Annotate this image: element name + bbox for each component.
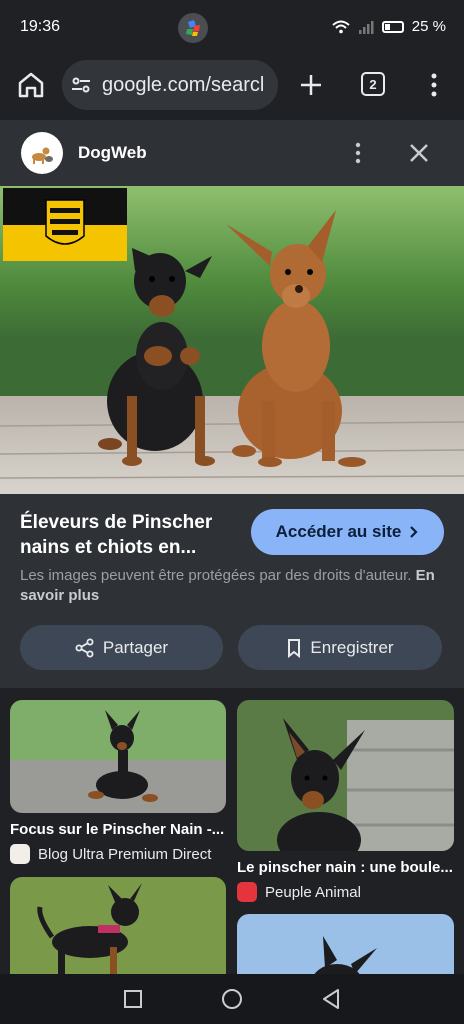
browser-toolbar: google.com/searcl 2 [0, 56, 464, 120]
site-settings-icon[interactable] [70, 74, 92, 96]
source-favicon [10, 844, 30, 864]
results-grid: Focus sur le Pinscher Nain -... Blog Ult… [0, 688, 464, 974]
signal-icon [358, 20, 374, 34]
assistant-icon [178, 13, 208, 43]
bookmark-icon [288, 638, 301, 658]
visit-site-button[interactable]: Accéder au site [251, 509, 444, 555]
visit-site-label: Accéder au site [275, 522, 402, 541]
wifi-icon [332, 20, 350, 33]
back-triangle-icon [323, 989, 339, 1009]
result-thumbnail[interactable] [237, 700, 454, 851]
result-thumbnail[interactable] [237, 914, 454, 974]
new-tab-button[interactable] [296, 70, 326, 100]
back-button[interactable] [318, 986, 344, 1012]
result-caption[interactable]: Focus sur le Pinscher Nain -... [10, 821, 226, 838]
status-bar: 19:36 25 % [0, 0, 464, 56]
chevron-right-icon [410, 526, 418, 538]
viewer-more-button[interactable] [350, 140, 366, 166]
viewer-header: DogWeb [0, 120, 464, 186]
result-source[interactable]: Peuple Animal [237, 882, 454, 902]
tab-switcher-button[interactable]: 2 [361, 72, 385, 96]
home-nav-button[interactable] [219, 986, 245, 1012]
image-title[interactable]: Éleveurs de Pinscher nains et chiots en.… [20, 510, 240, 560]
status-indicators: 25 % [332, 18, 446, 35]
url-text[interactable]: google.com/searcl [102, 74, 264, 97]
more-vert-icon [355, 142, 361, 164]
system-nav-bar [0, 974, 464, 1024]
result-thumbnail[interactable] [10, 877, 226, 974]
result-card[interactable]: Le pinscher nain : une boule... Peuple A… [237, 700, 454, 902]
image-viewer-panel: DogWeb Éleveurs de Pinscher nains et chi… [0, 120, 464, 688]
share-icon [75, 638, 94, 657]
status-time: 19:36 [20, 18, 61, 35]
address-bar[interactable]: google.com/searcl [62, 60, 278, 110]
home-button[interactable] [14, 68, 48, 102]
result-card[interactable] [237, 914, 454, 974]
copyright-notice: Les images peuvent être protégées par de… [20, 566, 440, 606]
result-thumbnail[interactable] [10, 700, 226, 813]
menu-button[interactable] [424, 70, 444, 100]
site-name[interactable]: DogWeb [78, 143, 147, 163]
flag-image [3, 188, 127, 261]
result-caption[interactable]: Le pinscher nain : une boule... [237, 859, 454, 876]
source-name: Peuple Animal [265, 883, 361, 901]
site-favicon [21, 132, 63, 174]
share-label: Partager [102, 637, 169, 657]
result-card[interactable] [10, 877, 226, 974]
save-button[interactable]: Enregistrer [238, 625, 442, 670]
save-label: Enregistrer [310, 637, 394, 657]
dog-logo-icon [32, 147, 53, 164]
main-image[interactable] [0, 186, 464, 494]
circle-icon [222, 989, 242, 1009]
result-card[interactable]: Focus sur le Pinscher Nain -... Blog Ult… [10, 700, 226, 864]
home-icon [18, 72, 44, 98]
share-button[interactable]: Partager [20, 625, 223, 670]
plus-icon [301, 75, 321, 95]
more-vert-icon [431, 73, 437, 97]
source-favicon [237, 882, 257, 902]
close-button[interactable] [406, 140, 432, 166]
battery-level: 25 % [411, 18, 446, 35]
source-name: Blog Ultra Premium Direct [38, 845, 212, 863]
result-source[interactable]: Blog Ultra Premium Direct [10, 844, 226, 864]
battery-icon [381, 20, 404, 33]
copyright-text: Les images peuvent être protégées par de… [20, 567, 412, 584]
square-icon [124, 990, 142, 1008]
recents-button[interactable] [120, 986, 146, 1012]
close-icon [410, 144, 428, 162]
